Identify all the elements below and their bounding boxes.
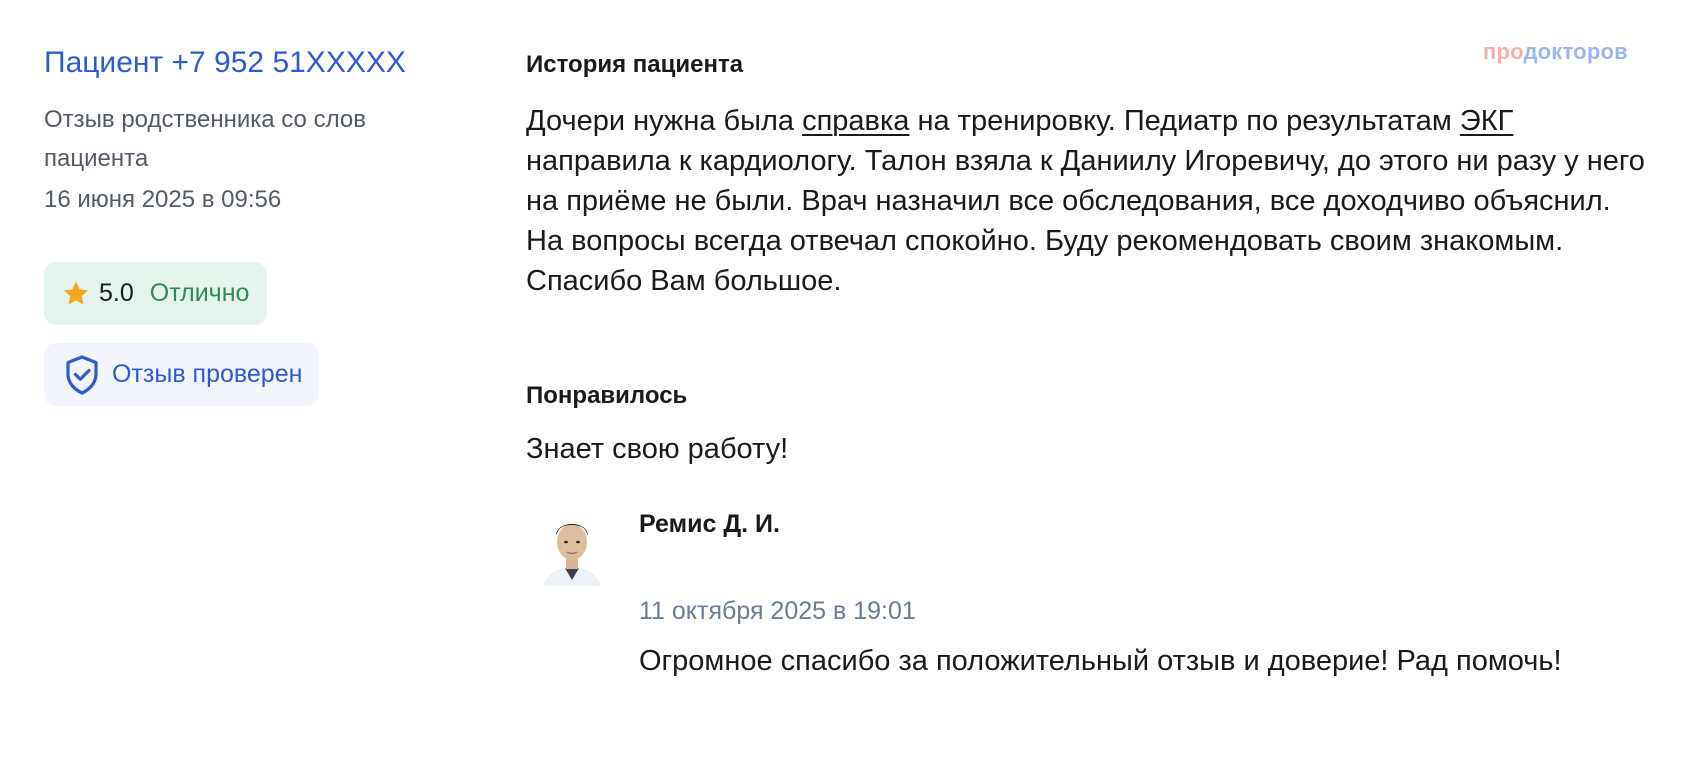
rating-value: 5.0 bbox=[99, 279, 134, 307]
brand-logo: продокторов bbox=[1483, 39, 1628, 65]
history-text-part: на тренировку. Педиатр по результатам bbox=[909, 105, 1460, 137]
doctor-avatar[interactable] bbox=[537, 506, 607, 586]
history-text-part: направила к кардиологу. Талон взяла к Да… bbox=[526, 145, 1645, 297]
reply-text: Огромное спасибо за положительный отзыв … bbox=[639, 645, 1562, 677]
review-type: Отзыв родственника со слов пациента bbox=[44, 106, 366, 172]
star-icon bbox=[61, 279, 91, 309]
term-link-ekg[interactable]: ЭКГ bbox=[1460, 105, 1513, 137]
doctor-name-link[interactable]: Ремис Д. И. bbox=[639, 510, 780, 539]
rating-label: Отлично bbox=[149, 279, 250, 307]
term-link-spravka[interactable]: справка bbox=[802, 105, 909, 137]
reply-date: 11 октября 2025 в 19:01 bbox=[639, 597, 916, 625]
history-title: История пациента bbox=[526, 51, 744, 78]
liked-title: Понравилось bbox=[526, 382, 688, 409]
rating-badge: 5.0 Отлично bbox=[44, 262, 268, 325]
verified-badge[interactable]: Отзыв проверен bbox=[44, 343, 320, 406]
review-date: 16 июня 2025 в 09:56 bbox=[44, 186, 282, 213]
history-text: Дочери нужна была справка на тренировку.… bbox=[526, 101, 1646, 301]
patient-name-link[interactable]: Пациент +7 952 51XXXXX bbox=[44, 46, 406, 80]
brand-logo-part-doctors: докторов bbox=[1523, 39, 1628, 64]
brand-logo-part-pro: про bbox=[1483, 39, 1524, 64]
history-text-part: Дочери нужна была bbox=[526, 105, 803, 137]
shield-check-icon bbox=[62, 354, 102, 396]
verified-label: Отзыв проверен bbox=[112, 360, 303, 388]
liked-text: Знает свою работу! bbox=[526, 433, 789, 465]
